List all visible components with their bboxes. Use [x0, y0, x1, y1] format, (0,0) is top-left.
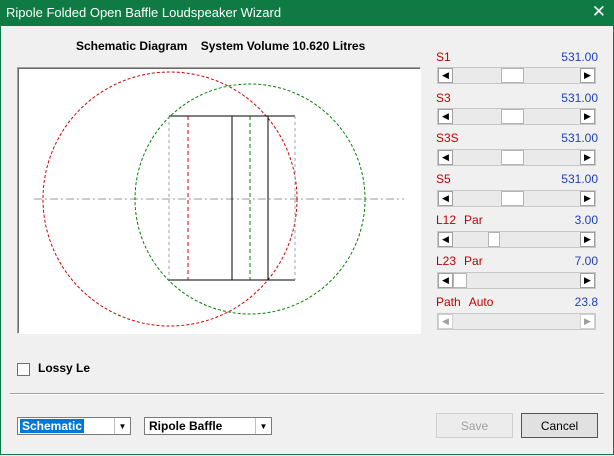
window-title: Ripole Folded Open Baffle Loudspeaker Wi… — [6, 5, 282, 20]
scroll-right-arrow-icon[interactable]: ▶ — [580, 109, 595, 124]
scroll-left-arrow-icon[interactable]: ◀ — [438, 68, 453, 83]
chevron-down-icon[interactable]: ▼ — [114, 418, 130, 434]
scrollbar-s5[interactable]: ◀ ▶ — [437, 190, 596, 207]
scroll-right-arrow-icon: ▶ — [580, 314, 595, 329]
scroll-thumb[interactable] — [488, 232, 500, 247]
param-value-s1: 531.00 — [561, 50, 598, 64]
param-value-l23: 7.00 — [574, 254, 598, 268]
schematic-drawing — [34, 71, 404, 327]
chevron-down-icon[interactable]: ▼ — [255, 418, 271, 434]
scrollbar-s3[interactable]: ◀ ▶ — [437, 108, 596, 125]
scroll-left-arrow-icon[interactable]: ◀ — [438, 150, 453, 165]
separator-line — [10, 393, 604, 395]
scroll-right-arrow-icon[interactable]: ▶ — [580, 68, 595, 83]
param-value-s3: 531.00 — [561, 91, 598, 105]
param-label-path: Path Auto — [436, 295, 494, 309]
view-mode-select[interactable]: Schematic ▼ — [17, 417, 131, 435]
diagram-label: Schematic Diagram — [76, 39, 188, 53]
scroll-thumb[interactable] — [501, 109, 524, 124]
diagram-header: Schematic Diagram System Volume 10.620 L… — [76, 39, 375, 53]
scroll-thumb[interactable] — [501, 150, 524, 165]
close-icon[interactable]: ✕ — [592, 2, 606, 22]
save-button[interactable]: Save — [436, 413, 513, 438]
baffle-type-select[interactable]: Ripole Baffle ▼ — [144, 417, 272, 435]
cancel-button[interactable]: Cancel — [521, 413, 598, 438]
scroll-right-arrow-icon[interactable]: ▶ — [580, 273, 595, 288]
scroll-right-arrow-icon[interactable]: ▶ — [580, 232, 595, 247]
baffle-type-value: Ripole Baffle — [149, 419, 223, 433]
scrollbar-l12[interactable]: ◀ ▶ — [437, 231, 596, 248]
view-mode-value: Schematic — [20, 419, 85, 433]
schematic-canvas — [17, 67, 421, 334]
scrollbar-s3s[interactable]: ◀ ▶ — [437, 149, 596, 166]
lossy-le-checkbox[interactable] — [17, 363, 30, 376]
param-value-path: 23.8 — [574, 295, 598, 309]
scroll-right-arrow-icon[interactable]: ▶ — [580, 150, 595, 165]
param-label-s3s: S3S — [436, 131, 459, 145]
system-volume-text: System Volume 10.620 Litres — [200, 39, 366, 53]
scroll-thumb[interactable] — [501, 68, 524, 83]
param-label-l23: L23 Par — [436, 254, 483, 268]
param-label-s5: S5 — [436, 172, 451, 186]
scrollbar-path: ◀ ▶ — [437, 313, 596, 330]
scroll-left-arrow-icon[interactable]: ◀ — [438, 109, 453, 124]
scroll-left-arrow-icon[interactable]: ◀ — [438, 273, 453, 288]
param-value-s3s: 531.00 — [561, 131, 598, 145]
scroll-right-arrow-icon[interactable]: ▶ — [580, 191, 595, 206]
param-value-l12: 3.00 — [574, 213, 598, 227]
param-label-l12: L12 Par — [436, 213, 483, 227]
param-label-s3: S3 — [436, 91, 451, 105]
title-bar: Ripole Folded Open Baffle Loudspeaker Wi… — [0, 0, 614, 26]
scrollbar-l23[interactable]: ◀ ▶ — [437, 272, 596, 289]
param-label-s1: S1 — [436, 50, 451, 64]
scroll-left-arrow-icon[interactable]: ◀ — [438, 232, 453, 247]
scroll-left-arrow-icon[interactable]: ◀ — [438, 191, 453, 206]
lossy-le-label[interactable]: Lossy Le — [38, 361, 90, 375]
param-value-s5: 531.00 — [561, 172, 598, 186]
scrollbar-s1[interactable]: ◀ ▶ — [437, 67, 596, 84]
scroll-left-arrow-icon: ◀ — [438, 314, 453, 329]
scroll-thumb[interactable] — [453, 273, 467, 288]
scroll-thumb[interactable] — [501, 191, 524, 206]
